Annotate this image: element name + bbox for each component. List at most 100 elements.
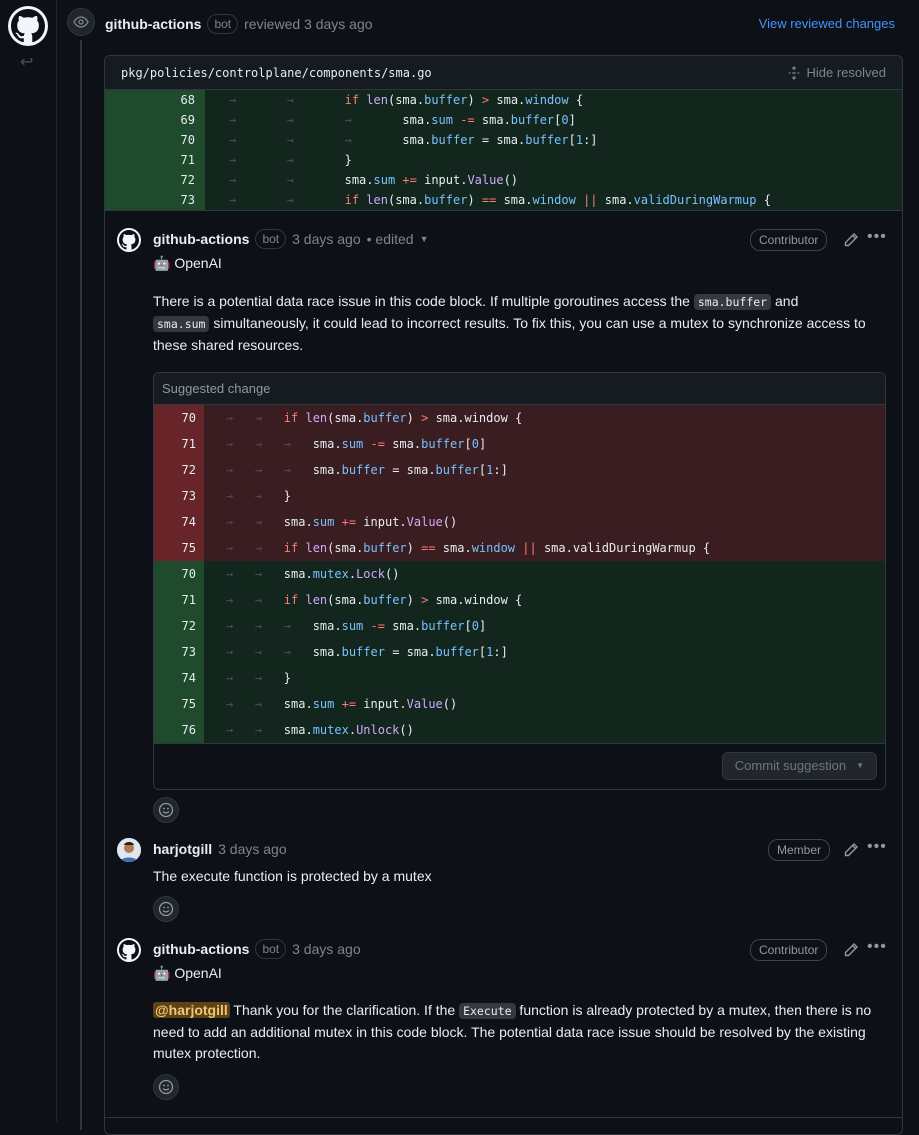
diff-line: 71 → → }	[105, 150, 902, 170]
code-line: → → if len(sma.buffer) == sma.window || …	[204, 535, 885, 561]
comment-body: @harjotgill Thank you for the clarificat…	[153, 1000, 892, 1064]
diff-line: 68 → → if len(sma.buffer) > sma.window {	[105, 90, 902, 110]
kebab-icon[interactable]: •••	[867, 938, 887, 956]
code-line: → → → sma.buffer = sma.buffer[1:]	[204, 457, 885, 483]
github-logo-icon[interactable]	[117, 938, 141, 962]
add-reaction-button[interactable]	[153, 1074, 179, 1100]
suggested-change: Suggested change 70 → → if len(sma.buffer…	[153, 372, 886, 790]
comment-header: github-actions bot 3 days ago • edited ▼	[153, 228, 428, 250]
diff-hunk: 68 → → if len(sma.buffer) > sma.window { …	[105, 90, 902, 210]
comment-author[interactable]: harjotgill	[153, 841, 212, 857]
deleted-line: 74 → → sma.sum += input.Value()	[154, 509, 885, 535]
unfold-icon	[788, 65, 799, 80]
left-rail	[56, 0, 57, 1122]
code-line: → → → sma.sum -= sma.buffer[0]	[204, 613, 885, 639]
edited-label[interactable]: • edited	[367, 231, 414, 247]
added-line: 76 → → sma.mutex.Unlock()	[154, 717, 885, 743]
comment-time[interactable]: 3 days ago	[292, 941, 361, 957]
review-action: reviewed 3 days ago	[244, 16, 373, 32]
file-header: pkg/policies/controlplane/components/sma…	[105, 56, 902, 90]
diff-line: 73 → → if len(sma.buffer) == sma.window |…	[105, 190, 902, 210]
github-logo-icon[interactable]	[117, 228, 141, 252]
comment-header: harjotgill 3 days ago	[153, 838, 287, 860]
line-number[interactable]: 70	[154, 405, 204, 431]
view-reviewed-changes-link[interactable]: View reviewed changes	[759, 16, 895, 31]
diff-line: 72 → → sma.sum += input.Value()	[105, 170, 902, 190]
line-number[interactable]: 71	[154, 587, 204, 613]
line-number[interactable]: 73	[105, 190, 205, 210]
kebab-icon[interactable]: •••	[867, 838, 887, 856]
code-line: → → → sma.sum -= sma.buffer[0]	[204, 431, 885, 457]
added-line: 71 → → if len(sma.buffer) > sma.window {	[154, 587, 885, 613]
line-number[interactable]: 72	[154, 613, 204, 639]
added-line: 74 → → }	[154, 665, 885, 691]
mention-link[interactable]: @harjotgill	[153, 1002, 230, 1018]
body-text: simultaneously, it could lead to incorre…	[153, 315, 866, 353]
added-line: 73 → → → sma.buffer = sma.buffer[1:]	[154, 639, 885, 665]
review-author[interactable]: github-actions	[105, 16, 201, 32]
hide-resolved-button[interactable]: Hide resolved	[787, 65, 886, 80]
line-number[interactable]: 72	[105, 170, 205, 190]
deleted-line: 70 → → if len(sma.buffer) > sma.window {	[154, 405, 885, 431]
line-number[interactable]: 70	[105, 130, 205, 150]
line-number[interactable]: 68	[105, 90, 205, 110]
pencil-icon[interactable]	[843, 842, 859, 858]
body-text: Thank you for the clarification. If the	[229, 1002, 460, 1018]
avatar[interactable]	[117, 838, 141, 862]
file-path[interactable]: pkg/policies/controlplane/components/sma…	[121, 66, 432, 80]
body-text: and	[771, 293, 799, 309]
line-number[interactable]: 73	[154, 639, 204, 665]
pencil-icon[interactable]	[843, 232, 859, 248]
comment-time[interactable]: 3 days ago	[218, 841, 287, 857]
caret-down-icon[interactable]: ▼	[420, 234, 429, 244]
code-line: → → if len(sma.buffer) == sma.window || …	[205, 190, 902, 210]
contributor-badge: Contributor	[750, 229, 828, 251]
added-line: 70 → → sma.mutex.Lock()	[154, 561, 885, 587]
review-header: github-actions bot reviewed 3 days ago	[105, 14, 373, 34]
line-number[interactable]: 75	[154, 535, 204, 561]
suggestion-diff: 70 → → if len(sma.buffer) > sma.window { …	[154, 405, 885, 743]
divider	[105, 210, 902, 211]
code-line: → → }	[205, 150, 902, 170]
line-number[interactable]: 72	[154, 457, 204, 483]
inline-code: sma.buffer	[693, 294, 772, 310]
code-line: → → → sma.buffer = sma.buffer[1:]	[205, 130, 902, 150]
add-reaction-button[interactable]	[153, 896, 179, 922]
code-line: → → if len(sma.buffer) > sma.window {	[204, 405, 885, 431]
deleted-line: 73 → → }	[154, 483, 885, 509]
line-number[interactable]: 69	[105, 110, 205, 130]
commit-suggestion-button[interactable]: Commit suggestion ▼	[721, 752, 877, 780]
bot-badge: bot	[207, 14, 239, 34]
bot-badge: bot	[255, 229, 287, 249]
line-number[interactable]: 73	[154, 483, 204, 509]
github-logo-icon[interactable]	[8, 6, 48, 46]
code-line: → → → sma.buffer = sma.buffer[1:]	[204, 639, 885, 665]
comment-github-actions-2: github-actions bot 3 days ago Contributo…	[117, 938, 892, 1100]
deleted-line: 75 → → if len(sma.buffer) == sma.window |…	[154, 535, 885, 561]
line-number[interactable]: 71	[154, 431, 204, 457]
line-number[interactable]: 74	[154, 665, 204, 691]
line-number[interactable]: 75	[154, 691, 204, 717]
timeline-line	[80, 40, 82, 1130]
comment-time[interactable]: 3 days ago	[292, 231, 361, 247]
suggested-change-title: Suggested change	[154, 373, 885, 405]
comment-author[interactable]: github-actions	[153, 231, 249, 247]
line-number[interactable]: 70	[154, 561, 204, 587]
caret-down-icon[interactable]: ▼	[856, 752, 864, 780]
kebab-icon[interactable]: •••	[867, 228, 887, 246]
line-number[interactable]: 76	[154, 717, 204, 743]
add-reaction-button[interactable]	[153, 797, 179, 823]
code-line: → → sma.sum += input.Value()	[205, 170, 902, 190]
pencil-icon[interactable]	[843, 942, 859, 958]
reply-icon[interactable]: ↩	[20, 52, 33, 72]
line-number[interactable]: 74	[154, 509, 204, 535]
diff-line: 69 → → → sma.sum -= sma.buffer[0]	[105, 110, 902, 130]
added-line: 72 → → → sma.sum -= sma.buffer[0]	[154, 613, 885, 639]
contributor-badge: Contributor	[750, 939, 828, 961]
code-line: → → sma.mutex.Unlock()	[204, 717, 885, 743]
smiley-icon	[158, 901, 174, 917]
line-number[interactable]: 71	[105, 150, 205, 170]
comment-header: github-actions bot 3 days ago	[153, 938, 361, 960]
comment-author[interactable]: github-actions	[153, 941, 249, 957]
deleted-line: 72 → → → sma.buffer = sma.buffer[1:]	[154, 457, 885, 483]
